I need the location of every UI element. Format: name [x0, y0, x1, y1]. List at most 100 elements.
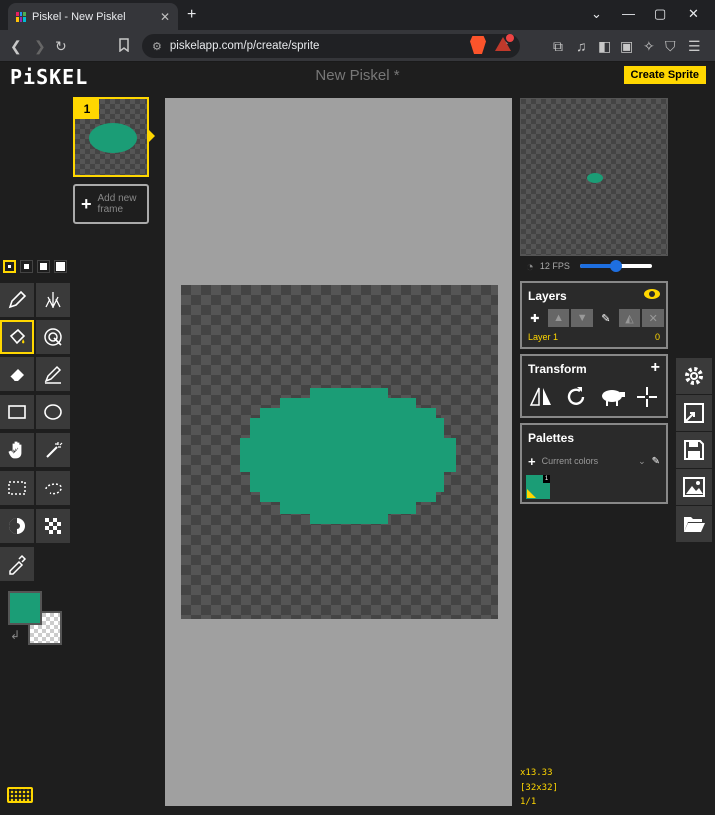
- frame-thumbnail-1[interactable]: 1: [73, 97, 149, 177]
- vertical-mirror-pen-tool[interactable]: [36, 283, 70, 317]
- minimize-button[interactable]: —: [622, 6, 635, 21]
- leo-ai-icon[interactable]: ✧: [643, 38, 655, 54]
- edit-palette-icon[interactable]: ✎: [652, 456, 660, 467]
- swatch-index: 1: [543, 475, 550, 483]
- flip-icon: [529, 387, 551, 406]
- transform-expand-button[interactable]: +: [651, 359, 660, 377]
- rectangle-selection-tool[interactable]: [0, 471, 34, 505]
- pen-tool[interactable]: [0, 283, 34, 317]
- delete-layer-button[interactable]: ✕: [642, 309, 665, 327]
- layers-panel: Layers ✚ ▲ ▼ ✎ ◭ ✕ Layer 1 0: [520, 281, 668, 349]
- transform-title: Transform +: [522, 356, 666, 382]
- drawn-ellipse: [240, 388, 456, 524]
- gear-icon: [685, 367, 703, 385]
- rectangle-icon: [8, 405, 26, 419]
- onion-skin-icon[interactable]: ◔: [526, 259, 534, 274]
- eraser-tool[interactable]: [0, 357, 34, 391]
- chevron-down-icon[interactable]: ⌄: [638, 456, 646, 467]
- move-tool[interactable]: [0, 433, 34, 467]
- shape-selection-tool[interactable]: [36, 433, 70, 467]
- rect-select-icon: [8, 481, 26, 495]
- stroke-tool[interactable]: [36, 357, 70, 391]
- paint-bucket-icon: [9, 328, 26, 345]
- fps-slider[interactable]: [579, 260, 652, 272]
- transform-tools: [522, 382, 666, 412]
- media-icon[interactable]: ♫: [576, 38, 587, 54]
- add-frame-label: Add new frame: [97, 193, 137, 215]
- primary-color-swatch[interactable]: [8, 591, 42, 625]
- palette-select[interactable]: Current colors: [542, 456, 632, 466]
- forward-icon[interactable]: ❯: [34, 38, 46, 54]
- layers-title-text: Layers: [528, 289, 567, 303]
- settings-sidebar: [676, 358, 712, 543]
- add-layer-button[interactable]: ✚: [524, 309, 546, 327]
- app-header: PiSKEL New Piskel * Create Sprite: [0, 62, 715, 90]
- settings-button[interactable]: [676, 358, 712, 394]
- rename-layer-button[interactable]: ✎: [595, 309, 617, 327]
- site-settings-icon[interactable]: ⚙: [152, 40, 162, 53]
- circle-icon: [44, 404, 62, 420]
- add-frame-button[interactable]: + Add new frame: [73, 184, 149, 224]
- merge-layer-button[interactable]: ◭: [618, 309, 641, 327]
- paint-bucket-tool[interactable]: [0, 320, 34, 354]
- rotate-button[interactable]: [560, 382, 594, 412]
- browser-tab-bar: Piskel - New Piskel ✕ + ⌄ — ▢ ✕: [0, 0, 715, 30]
- import-button[interactable]: [676, 506, 712, 542]
- rectangle-tool[interactable]: [0, 395, 34, 429]
- browser-toolbar: ❮ ❯ ↻ ⚙ piskelapp.com/p/create/sprite ⇪ …: [0, 30, 715, 62]
- wallet-icon[interactable]: ▣: [620, 38, 633, 54]
- close-window-button[interactable]: ✕: [688, 6, 699, 22]
- move-layer-up-button[interactable]: ▲: [547, 309, 570, 327]
- paint-all-tool[interactable]: [36, 320, 70, 354]
- center-button[interactable]: [631, 382, 665, 412]
- document-title[interactable]: New Piskel *: [0, 67, 715, 84]
- new-tab-button[interactable]: +: [187, 6, 196, 24]
- layer-item[interactable]: Layer 1 0: [522, 329, 666, 345]
- target-icon: [44, 328, 62, 346]
- swap-colors-icon[interactable]: ↲: [10, 628, 20, 642]
- menu-icon[interactable]: ☰: [688, 38, 701, 54]
- tab-title: Piskel - New Piskel: [32, 10, 126, 23]
- eye-icon[interactable]: [644, 289, 660, 299]
- address-bar[interactable]: ⚙ piskelapp.com/p/create/sprite ⇪: [142, 34, 520, 58]
- maximize-button[interactable]: ▢: [654, 6, 666, 22]
- add-palette-button[interactable]: +: [528, 454, 536, 469]
- tab-close-icon[interactable]: ✕: [160, 10, 170, 24]
- create-sprite-button[interactable]: Create Sprite: [623, 66, 706, 84]
- extensions-icon[interactable]: ⧉: [553, 38, 563, 54]
- preview-shape: [587, 173, 603, 183]
- export-button[interactable]: [676, 469, 712, 505]
- vpn-icon[interactable]: ⛉: [665, 38, 676, 54]
- pen-size-3[interactable]: [37, 260, 50, 273]
- sidebar-icon[interactable]: ◧: [598, 38, 611, 54]
- mirror-pen-icon: [45, 292, 61, 308]
- back-icon[interactable]: ❮: [10, 38, 22, 54]
- flip-button[interactable]: [524, 382, 558, 412]
- pen-size-1[interactable]: [3, 260, 16, 273]
- pen-size-2[interactable]: [20, 260, 33, 273]
- resize-button[interactable]: [676, 395, 712, 431]
- selected-swatch-marker: [527, 489, 536, 498]
- resize-icon: [684, 403, 704, 423]
- dithering-tool[interactable]: [36, 509, 70, 543]
- move-layer-down-button[interactable]: ▼: [571, 309, 594, 327]
- pen-size-4[interactable]: [54, 260, 67, 273]
- fps-slider-handle[interactable]: [609, 260, 622, 272]
- reload-icon[interactable]: ↻: [55, 38, 67, 54]
- bookmark-icon[interactable]: [118, 38, 130, 55]
- lasso-selection-tool[interactable]: [36, 471, 70, 505]
- browser-tab[interactable]: Piskel - New Piskel ✕: [8, 3, 178, 30]
- circle-tool[interactable]: [36, 395, 70, 429]
- frame-number: 1: [75, 99, 99, 119]
- folder-open-icon: [684, 517, 705, 532]
- color-picker-tool[interactable]: [0, 547, 34, 581]
- drawing-canvas[interactable]: [181, 285, 498, 619]
- save-button[interactable]: [676, 432, 712, 468]
- tab-search-icon[interactable]: ⌄: [591, 6, 602, 22]
- layer-name: Layer 1: [528, 332, 559, 342]
- keyboard-shortcuts-icon[interactable]: [7, 787, 33, 803]
- clone-button[interactable]: [595, 382, 629, 412]
- fps-control: ◔ 12 FPS: [520, 256, 668, 276]
- palette-color-swatch[interactable]: 1: [526, 475, 550, 499]
- lighten-tool[interactable]: [0, 509, 34, 543]
